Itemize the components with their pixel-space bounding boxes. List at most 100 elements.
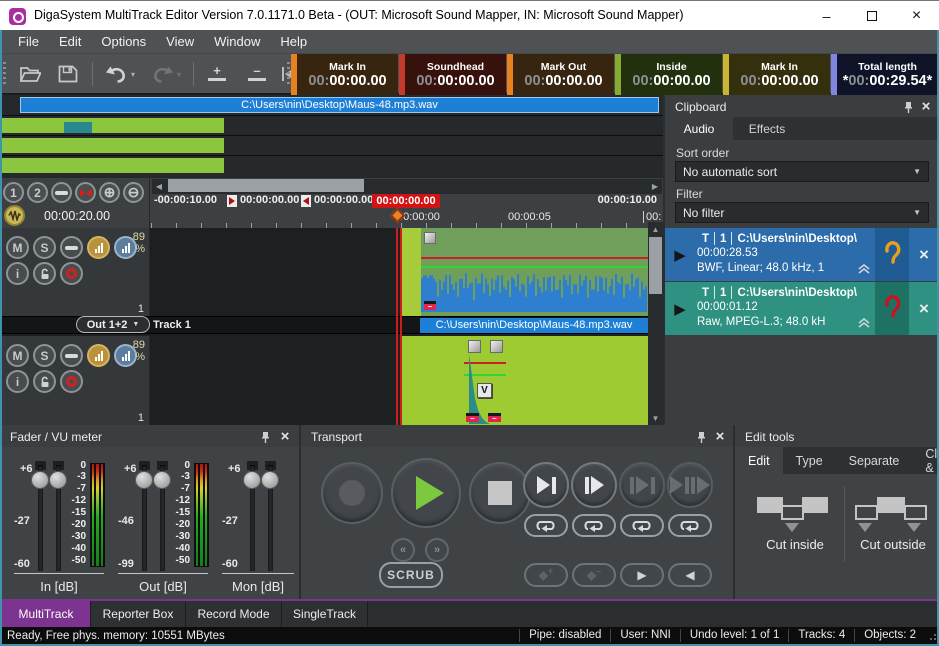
- loop-button-1[interactable]: [524, 514, 568, 537]
- menu-file[interactable]: File: [8, 31, 49, 52]
- clip-handle[interactable]: [424, 232, 436, 244]
- record-button[interactable]: [321, 462, 383, 524]
- audition-toggle[interactable]: [875, 282, 909, 335]
- fader-knob-left[interactable]: [31, 471, 49, 489]
- close-icon[interactable]: ×: [919, 100, 933, 114]
- fade-handle[interactable]: –: [488, 413, 501, 422]
- remove-track-button[interactable]: –: [240, 60, 274, 88]
- timeline-scrollbar-thumb[interactable]: [168, 179, 364, 192]
- pin-icon[interactable]: [258, 430, 272, 444]
- audition-toggle[interactable]: [875, 228, 909, 281]
- add-track-button[interactable]: +: [200, 60, 234, 88]
- tracks-scrollbar-thumb[interactable]: [649, 237, 662, 294]
- track2-record-button[interactable]: [60, 370, 83, 393]
- overview-selected-clip[interactable]: C:\Users\nin\Desktop\Maus-48.mp3.wav: [20, 97, 659, 113]
- chevrons-up-icon[interactable]: [857, 264, 871, 274]
- forward-button[interactable]: »: [425, 538, 449, 562]
- track2-mute-button[interactable]: M: [6, 344, 29, 367]
- menu-help[interactable]: Help: [270, 31, 317, 52]
- overview-clip-bar[interactable]: [2, 118, 224, 133]
- fader-knob-left[interactable]: [243, 471, 261, 489]
- play-from-mark-button[interactable]: [571, 462, 617, 508]
- play-button[interactable]: ▶: [665, 282, 695, 335]
- overview-clip-bar[interactable]: [2, 138, 224, 153]
- track1-record-button[interactable]: [60, 262, 83, 285]
- track1-solo-button[interactable]: S: [33, 236, 56, 259]
- toolbar-grip[interactable]: [3, 62, 6, 86]
- track2-hide-button[interactable]: [60, 344, 83, 367]
- zoom-preset-2-button[interactable]: 2: [27, 182, 48, 203]
- play-button[interactable]: [391, 458, 461, 528]
- tab-singletrack[interactable]: SingleTrack: [282, 601, 368, 627]
- close-icon[interactable]: ×: [278, 430, 292, 444]
- tab-edit[interactable]: Edit: [735, 447, 783, 474]
- time-ruler[interactable]: 00:00:00 00:00:05 00:: [151, 209, 663, 228]
- track2-solo-button[interactable]: S: [33, 344, 56, 367]
- play-to-mark-button[interactable]: [523, 462, 569, 508]
- scroll-left-icon[interactable]: ◀: [152, 179, 166, 194]
- maximize-button[interactable]: [849, 1, 894, 31]
- cut-inside-icon[interactable]: [757, 497, 829, 533]
- clip-level-line[interactable]: [421, 266, 648, 268]
- stop-button[interactable]: [469, 462, 531, 524]
- redo-dropdown-caret[interactable]: ▾: [177, 70, 181, 79]
- cut-inside-button[interactable]: Cut inside: [747, 537, 843, 552]
- close-icon[interactable]: ×: [713, 430, 727, 444]
- mark-out-flag-icon[interactable]: [301, 195, 311, 207]
- scroll-up-icon[interactable]: ▲: [648, 222, 663, 236]
- save-button[interactable]: [52, 60, 84, 88]
- remove-item-button[interactable]: ×: [909, 282, 939, 335]
- prev-marker-button[interactable]: ◀: [668, 563, 712, 587]
- clipboard-item[interactable]: ▶ T 1 C:\Users\nin\Desktop\ 00:00:28.53 …: [665, 228, 939, 281]
- zoom-preset-1-button[interactable]: 1: [3, 182, 24, 203]
- fade-handle[interactable]: –: [466, 413, 479, 422]
- redo-button[interactable]: ▾: [146, 60, 186, 88]
- zoom-out-button[interactable]: ⊖: [123, 182, 144, 203]
- track1-mute-button[interactable]: M: [6, 236, 29, 259]
- chevrons-up-icon[interactable]: [857, 318, 871, 328]
- tab-reporter-box[interactable]: Reporter Box: [91, 601, 186, 627]
- menu-options[interactable]: Options: [91, 31, 156, 52]
- tracks-scrollbar[interactable]: ▲ ▼: [648, 222, 663, 425]
- remove-marker-button[interactable]: ◆–: [572, 563, 616, 587]
- tab-effects[interactable]: Effects: [733, 117, 801, 140]
- scrub-button[interactable]: SCRUB: [379, 562, 443, 588]
- fade-handle[interactable]: –: [424, 301, 436, 310]
- track1-hide-button[interactable]: [60, 236, 83, 259]
- cut-outside-button[interactable]: Cut outside: [845, 537, 939, 552]
- toolbar-grip-2[interactable]: [287, 62, 290, 86]
- tab-audio[interactable]: Audio: [665, 117, 733, 140]
- play-between-marks-button[interactable]: [619, 462, 665, 508]
- cut-outside-icon[interactable]: [855, 497, 927, 533]
- pin-icon[interactable]: [694, 430, 708, 444]
- tab-type[interactable]: Type: [783, 447, 836, 474]
- menu-view[interactable]: View: [156, 31, 204, 52]
- close-button[interactable]: ×: [894, 1, 939, 31]
- add-marker-button[interactable]: ◆+: [524, 563, 568, 587]
- collapse-button[interactable]: [51, 182, 72, 203]
- tab-clip-info[interactable]: Clip & In: [912, 447, 939, 474]
- pin-icon[interactable]: [901, 100, 915, 114]
- rewind-button[interactable]: «: [391, 538, 415, 562]
- zoom-to-selection-button[interactable]: [75, 182, 96, 203]
- next-marker-button[interactable]: ▶: [620, 563, 664, 587]
- filter-select[interactable]: No filter▼: [675, 202, 929, 223]
- overview-sub-clip[interactable]: [64, 122, 92, 133]
- tab-multitrack[interactable]: MultiTrack: [2, 601, 91, 627]
- open-button[interactable]: [14, 60, 46, 88]
- scroll-down-icon[interactable]: ▼: [648, 411, 663, 425]
- undo-button[interactable]: ▾: [100, 60, 140, 88]
- track2-info-button[interactable]: i: [6, 370, 29, 393]
- track1-clip-filename[interactable]: C:\Users\nin\Desktop\Maus-48.mp3.wav: [420, 318, 648, 333]
- fader-knob-right[interactable]: [261, 471, 279, 489]
- zoom-in-button[interactable]: ⊕: [99, 182, 120, 203]
- track2-lock-button[interactable]: [33, 370, 56, 393]
- menu-edit[interactable]: Edit: [49, 31, 91, 52]
- undo-dropdown-caret[interactable]: ▾: [131, 70, 135, 79]
- menu-window[interactable]: Window: [204, 31, 270, 52]
- track1-meter-button[interactable]: [87, 236, 110, 259]
- volume-point-marker[interactable]: V: [477, 383, 492, 398]
- fader-knob-left[interactable]: [135, 471, 153, 489]
- track2-clip[interactable]: V – –: [400, 336, 655, 425]
- minimize-button[interactable]: –: [804, 1, 849, 31]
